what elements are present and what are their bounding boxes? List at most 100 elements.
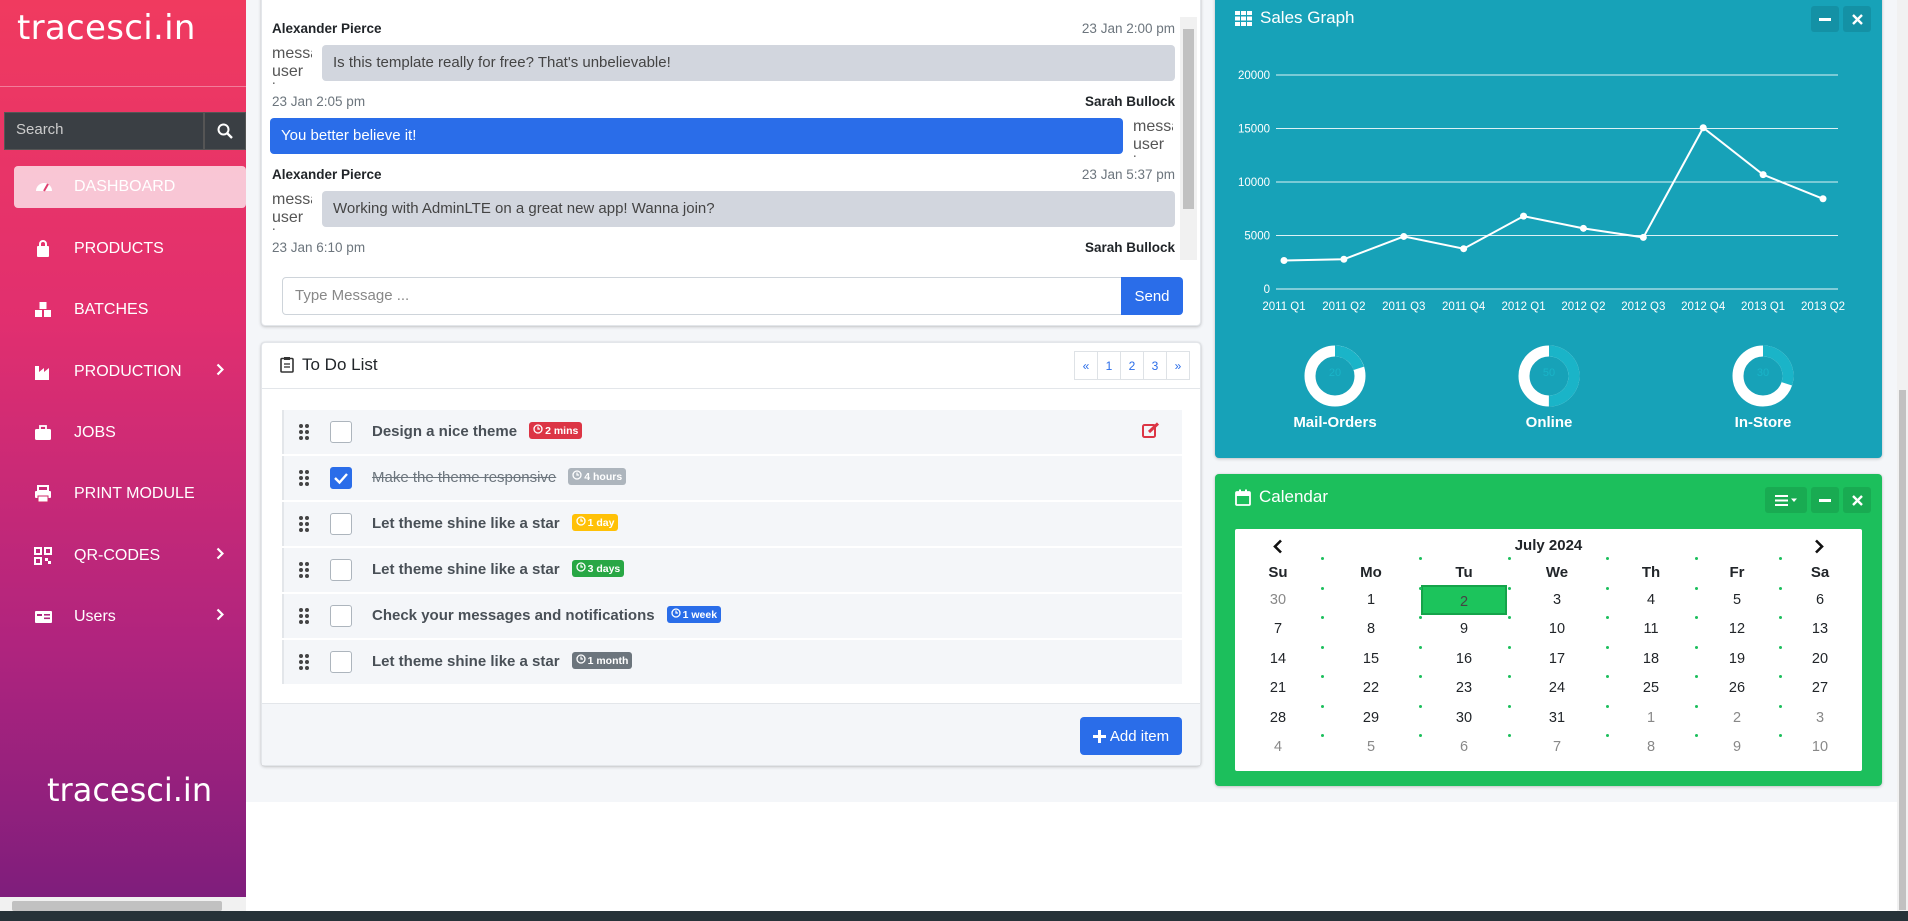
data-point[interactable] bbox=[1400, 232, 1408, 240]
drag-handle-icon[interactable] bbox=[298, 423, 310, 446]
scrollbar-thumb[interactable] bbox=[1183, 29, 1194, 209]
calendar-day[interactable]: 18 bbox=[1621, 647, 1681, 671]
pagination-link[interactable]: 1 bbox=[1097, 351, 1121, 380]
calendar-day[interactable]: 25 bbox=[1621, 676, 1681, 700]
pagination-link[interactable]: » bbox=[1166, 351, 1190, 380]
data-point[interactable] bbox=[1520, 212, 1528, 220]
calendar-day[interactable]: 30 bbox=[1248, 588, 1308, 612]
calendar-day[interactable]: 15 bbox=[1341, 647, 1401, 671]
data-point[interactable] bbox=[1460, 245, 1468, 253]
calendar-menu-button[interactable] bbox=[1765, 487, 1807, 513]
collapse-button[interactable] bbox=[1811, 487, 1839, 513]
todo-label: Check your messages and notifications bbox=[372, 607, 655, 624]
calendar-day[interactable]: 21 bbox=[1248, 676, 1308, 700]
calendar-day[interactable]: 6 bbox=[1434, 735, 1494, 759]
pagination-link[interactable]: 3 bbox=[1143, 351, 1167, 380]
calendar-day[interactable]: 6 bbox=[1790, 588, 1850, 612]
sidebar-item-dashboard[interactable]: DASHBOARD bbox=[14, 166, 246, 208]
search-button[interactable] bbox=[204, 112, 246, 150]
calendar-day[interactable]: 5 bbox=[1341, 735, 1401, 759]
calendar-day[interactable]: 10 bbox=[1790, 735, 1850, 759]
chat-scrollbar[interactable] bbox=[1180, 17, 1197, 260]
calendar-day[interactable]: 9 bbox=[1707, 735, 1767, 759]
calendar-day[interactable]: 12 bbox=[1707, 617, 1767, 641]
calendar-day[interactable]: 13 bbox=[1790, 617, 1850, 641]
todo-checkbox[interactable] bbox=[330, 559, 352, 581]
sidebar-item-products[interactable]: PRODUCTS bbox=[14, 228, 246, 270]
send-button[interactable]: Send bbox=[1121, 277, 1183, 315]
calendar-day[interactable]: 26 bbox=[1707, 676, 1767, 700]
sidebar-item-jobs[interactable]: JOBS bbox=[14, 412, 246, 454]
data-point[interactable] bbox=[1759, 171, 1767, 179]
calendar-day[interactable]: 31 bbox=[1527, 706, 1587, 730]
calendar-day[interactable]: 7 bbox=[1527, 735, 1587, 759]
message-input[interactable]: Type Message ... bbox=[282, 277, 1122, 315]
todo-checkbox[interactable] bbox=[330, 651, 352, 673]
data-point[interactable] bbox=[1579, 224, 1587, 232]
calendar-day[interactable]: 27 bbox=[1790, 676, 1850, 700]
data-point[interactable] bbox=[1340, 255, 1348, 263]
drag-handle-icon[interactable] bbox=[298, 653, 310, 676]
sidebar-item-batches[interactable]: BATCHES bbox=[14, 289, 246, 331]
x-tick-label: 2011 Q4 bbox=[1442, 301, 1486, 313]
knob-chart[interactable]: 50 bbox=[1517, 344, 1581, 408]
knob-chart[interactable]: 30 bbox=[1731, 344, 1795, 408]
scrollbar-thumb[interactable] bbox=[12, 901, 222, 911]
calendar-day[interactable]: 14 bbox=[1248, 647, 1308, 671]
calendar-day[interactable]: 20 bbox=[1790, 647, 1850, 671]
brand-logo[interactable]: tracesci.in bbox=[17, 8, 196, 48]
chevron-right-icon[interactable] bbox=[1814, 539, 1824, 554]
page-scrollbar[interactable] bbox=[1897, 0, 1908, 911]
calendar-day[interactable]: 2 bbox=[1707, 706, 1767, 730]
calendar-day[interactable]: 10 bbox=[1527, 617, 1587, 641]
data-point[interactable] bbox=[1699, 124, 1707, 132]
sidebar-item-print-module[interactable]: PRINT MODULE bbox=[14, 473, 246, 515]
search-input[interactable]: Search bbox=[4, 112, 204, 150]
pagination-link[interactable]: « bbox=[1074, 351, 1098, 380]
calendar-day[interactable]: 17 bbox=[1527, 647, 1587, 671]
calendar-day[interactable]: 11 bbox=[1621, 617, 1681, 641]
sidebar-item-users[interactable]: Users bbox=[14, 596, 246, 638]
calendar-day[interactable]: 30 bbox=[1434, 706, 1494, 730]
calendar-day[interactable]: 28 bbox=[1248, 706, 1308, 730]
calendar-day[interactable]: 29 bbox=[1341, 706, 1401, 730]
calendar-day[interactable]: 23 bbox=[1434, 676, 1494, 700]
calendar-day[interactable]: 3 bbox=[1790, 706, 1850, 730]
knob-chart[interactable]: 20 bbox=[1303, 344, 1367, 408]
drag-handle-icon[interactable] bbox=[298, 469, 310, 492]
todo-checkbox[interactable] bbox=[330, 513, 352, 535]
calendar-day[interactable]: 16 bbox=[1434, 647, 1494, 671]
calendar-day[interactable]: 8 bbox=[1621, 735, 1681, 759]
calendar-day[interactable]: 4 bbox=[1621, 588, 1681, 612]
drag-handle-icon[interactable] bbox=[298, 607, 310, 630]
calendar-day[interactable]: 1 bbox=[1341, 588, 1401, 612]
calendar-day[interactable]: 1 bbox=[1621, 706, 1681, 730]
calendar-day[interactable]: 2 bbox=[1421, 585, 1507, 615]
calendar-day[interactable]: 24 bbox=[1527, 676, 1587, 700]
sidebar-item-qr-codes[interactable]: QR-CODES bbox=[14, 535, 246, 577]
calendar-day[interactable]: 3 bbox=[1527, 588, 1587, 612]
calendar-day[interactable]: 5 bbox=[1707, 588, 1767, 612]
add-item-button[interactable]: Add item bbox=[1080, 717, 1182, 755]
calendar-month[interactable]: July 2024 bbox=[1235, 537, 1862, 557]
calendar-day[interactable]: 22 bbox=[1341, 676, 1401, 700]
drag-handle-icon[interactable] bbox=[298, 515, 310, 538]
sidebar-item-production[interactable]: PRODUCTION bbox=[14, 351, 246, 393]
scrollbar-thumb[interactable] bbox=[1899, 390, 1906, 910]
data-point[interactable] bbox=[1819, 195, 1827, 203]
calendar-day[interactable]: 8 bbox=[1341, 617, 1401, 641]
edit-icon[interactable] bbox=[1142, 422, 1160, 444]
pagination-link[interactable]: 2 bbox=[1120, 351, 1144, 380]
todo-checkbox[interactable] bbox=[330, 605, 352, 627]
drag-handle-icon[interactable] bbox=[298, 561, 310, 584]
data-point[interactable] bbox=[1280, 256, 1288, 264]
data-point[interactable] bbox=[1639, 233, 1647, 241]
calendar-day[interactable]: 7 bbox=[1248, 617, 1308, 641]
calendar-day[interactable]: 19 bbox=[1707, 647, 1767, 671]
calendar-day[interactable]: 4 bbox=[1248, 735, 1308, 759]
remove-button[interactable] bbox=[1843, 487, 1871, 513]
x-tick-label: 2013 Q1 bbox=[1741, 301, 1785, 313]
todo-checkbox[interactable] bbox=[330, 421, 352, 443]
todo-checkbox[interactable] bbox=[330, 467, 352, 489]
calendar-day[interactable]: 9 bbox=[1434, 617, 1494, 641]
